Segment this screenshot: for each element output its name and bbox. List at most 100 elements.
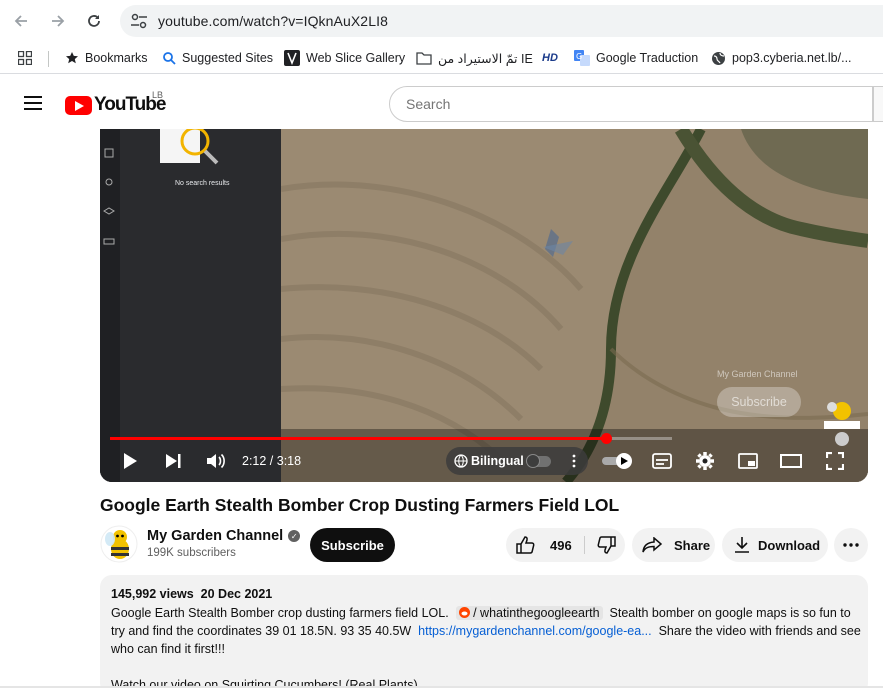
search-input[interactable]: Search [389, 86, 873, 122]
bookmark-label: pop3.cyberia.net.lb/... [732, 51, 852, 65]
subscribe-button[interactable]: Subscribe [310, 528, 395, 562]
dislike-button[interactable] [586, 528, 625, 562]
watermark-subscribe-button[interactable]: Subscribe [717, 387, 801, 417]
translate-icon: G [574, 50, 590, 66]
next-icon [166, 454, 181, 468]
bilingual-switch-knob [526, 454, 540, 468]
address-bar[interactable]: youtube.com/watch?v=IQknAuX2LI8 [120, 5, 883, 37]
back-button[interactable] [10, 10, 32, 32]
share-icon [642, 537, 662, 553]
bookmark-label: Web Slice Gallery [306, 51, 406, 65]
bilingual-label: Bilingual [471, 454, 524, 468]
bookmark-label: Google Traduction [596, 51, 699, 65]
youtube-logo[interactable]: YouTube [65, 94, 166, 116]
download-label: Download [758, 537, 821, 553]
subscriber-count: 199K subscribers [147, 547, 236, 559]
search-button[interactable] [873, 86, 883, 122]
thumbs-down-icon [597, 536, 616, 554]
reddit-tag[interactable]: / whatinthegoogleearth [455, 606, 603, 620]
channel-name-link[interactable]: My Garden Channel ✓ [147, 528, 301, 544]
bookmark-label: Bookmarks [85, 51, 148, 65]
channel-avatar[interactable] [100, 525, 138, 563]
publish-date: 20 Dec 2021 [200, 587, 273, 601]
search-icon [163, 52, 176, 65]
gear-icon [696, 452, 714, 470]
bookmark-web-slice-gallery[interactable]: Web Slice Gallery [284, 42, 405, 74]
forward-button[interactable] [47, 10, 69, 32]
youtube-header: YouTube LB Search [0, 78, 883, 129]
forward-arrow-icon [52, 15, 65, 27]
bee-subscribe-mascot-icon[interactable] [822, 397, 862, 447]
svg-text:G: G [576, 52, 582, 61]
download-button[interactable]: Download [722, 528, 828, 562]
settings-button[interactable] [694, 451, 716, 471]
miniplayer-button[interactable] [737, 451, 759, 471]
satellite-view [280, 129, 868, 482]
channel-name: My Garden Channel [147, 528, 284, 544]
folder-icon [416, 52, 432, 65]
theater-mode-button[interactable] [779, 451, 803, 471]
download-icon [735, 537, 749, 553]
hd-icon: HD [542, 52, 558, 64]
more-horiz-icon [843, 543, 859, 547]
magnifier-illustration-icon [160, 129, 219, 165]
farmland-illustration [280, 129, 868, 482]
next-button[interactable] [163, 451, 183, 471]
description-sentence-1: Google Earth Stealth Bomber crop dusting… [111, 606, 449, 620]
bookmarks-divider [48, 51, 49, 67]
description-text: Google Earth Stealth Bomber crop dusting… [111, 604, 863, 688]
like-count: 496 [550, 537, 572, 553]
bookmark-hd[interactable]: HD [542, 42, 558, 74]
like-button[interactable]: 496 [506, 528, 581, 562]
fullscreen-button[interactable] [824, 451, 846, 471]
description-box[interactable]: 145,992 views 20 Dec 2021 Google Earth S… [100, 575, 868, 688]
subtitles-icon [652, 453, 672, 469]
back-arrow-icon [14, 15, 27, 27]
bookmark-ie-import-folder[interactable]: تمّ الاستيراد من IE [416, 42, 533, 74]
play-button[interactable] [120, 451, 140, 471]
reload-button[interactable] [83, 10, 105, 32]
globe-icon [454, 454, 468, 468]
bookmark-label: Suggested Sites [182, 51, 274, 65]
autoplay-toggle[interactable] [600, 451, 634, 471]
subtitles-button[interactable] [651, 451, 673, 471]
thumbs-up-icon [516, 536, 535, 554]
progress-bar[interactable] [110, 437, 607, 440]
bee-avatar-icon [100, 525, 138, 563]
like-dislike-group: 496 [506, 528, 625, 562]
more-vert-icon[interactable] [572, 454, 576, 468]
bookmark-bookmarks[interactable]: Bookmarks [65, 42, 148, 74]
volume-button[interactable] [205, 451, 227, 471]
description-link[interactable]: https://mygardenchannel.com/google-ea... [418, 624, 651, 638]
more-actions-button[interactable] [834, 528, 868, 562]
autoplay-icon [602, 453, 632, 469]
bilingual-toggle-pill[interactable]: Bilingual [446, 447, 588, 475]
menu-icon[interactable] [24, 96, 42, 110]
fullscreen-icon [826, 452, 844, 470]
apps-button[interactable] [18, 42, 32, 74]
bookmark-google-traduction[interactable]: G Google Traduction [574, 42, 698, 74]
reddit-icon [458, 607, 470, 618]
view-date-line: 145,992 views 20 Dec 2021 [111, 587, 272, 601]
bookmark-suggested-sites[interactable]: Suggested Sites [162, 42, 273, 74]
share-button[interactable]: Share [632, 528, 715, 562]
apps-grid-icon [18, 51, 32, 65]
map-sidebar-toolbar [100, 129, 120, 482]
share-label: Share [674, 537, 711, 553]
no-search-results-text: No search results [175, 180, 230, 187]
like-divider [584, 536, 585, 554]
theater-icon [780, 454, 802, 468]
site-info-icon[interactable] [130, 13, 148, 29]
scrubber-handle[interactable] [601, 433, 612, 444]
map-tool-icons [103, 148, 115, 245]
verified-badge-icon: ✓ [288, 530, 301, 542]
miniplayer-icon [738, 453, 758, 469]
browser-toolbar: youtube.com/watch?v=IQknAuX2LI8 [0, 0, 883, 42]
view-count: 145,992 views [111, 587, 194, 601]
video-player[interactable]: No search results My Garden Channel Subs… [100, 129, 868, 482]
bookmark-pop3-cyberia[interactable]: pop3.cyberia.net.lb/... [711, 42, 852, 74]
map-sidebar-frame: No search results [100, 129, 281, 482]
play-icon [124, 453, 137, 469]
volume-icon [207, 453, 225, 469]
web-slice-icon [284, 50, 300, 66]
